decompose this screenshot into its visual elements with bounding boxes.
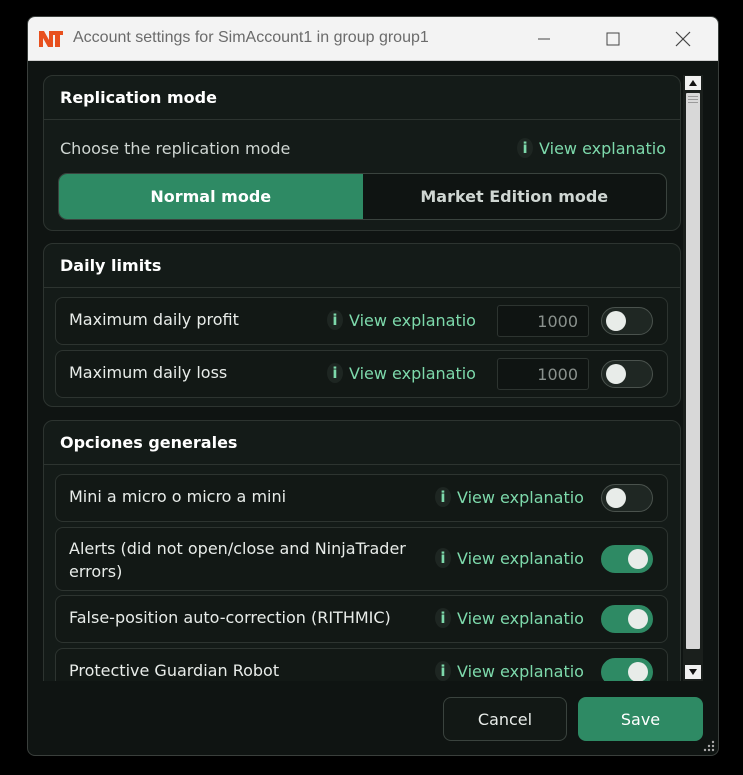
info-icon: i xyxy=(435,608,451,628)
normal-mode-option[interactable]: Normal mode xyxy=(59,174,363,219)
window-title: Account settings for SimAccount1 in grou… xyxy=(73,29,429,46)
vertical-scrollbar[interactable] xyxy=(683,75,703,681)
replication-mode-selector: Normal mode Market Edition mode xyxy=(58,173,667,220)
replication-row: Choose the replication mode i View expla… xyxy=(60,134,666,162)
grip-line xyxy=(688,102,698,103)
minimize-button[interactable] xyxy=(521,25,567,53)
daily-loss-label: Maximum daily loss xyxy=(69,363,228,382)
daily-profit-input[interactable]: 1000 xyxy=(497,305,589,337)
info-icon: i xyxy=(327,363,343,383)
false-position-explain-link[interactable]: i View explanatio xyxy=(435,608,589,628)
alerts-label: Alerts (did not open/close and NinjaTrad… xyxy=(69,539,406,581)
info-icon: i xyxy=(327,310,343,330)
info-icon: i xyxy=(435,487,451,507)
maximize-icon xyxy=(606,32,620,46)
replication-label: Choose the replication mode xyxy=(60,138,291,158)
daily-profit-explain-link[interactable]: i View explanatio xyxy=(327,310,481,330)
general-options-card: Opciones generales Mini a micro o micro … xyxy=(43,420,681,681)
nt-logo-icon xyxy=(39,31,63,47)
close-button[interactable] xyxy=(660,25,706,53)
daily-loss-row: Maximum daily loss i View explanatio 100… xyxy=(55,350,668,398)
alerts-toggle[interactable] xyxy=(601,545,653,573)
toggle-knob xyxy=(606,488,626,508)
close-icon xyxy=(675,31,691,47)
scrollbar-thumb[interactable] xyxy=(686,93,700,649)
info-icon: i xyxy=(517,138,534,158)
grip-line xyxy=(688,99,698,100)
title-bar[interactable]: Account settings for SimAccount1 in grou… xyxy=(28,17,718,61)
alerts-row: Alerts (did not open/close and NinjaTrad… xyxy=(55,527,668,591)
guardian-robot-toggle[interactable] xyxy=(601,658,653,681)
mini-micro-row: Mini a micro o micro a mini i View expla… xyxy=(55,474,668,522)
false-position-label: False-position auto-correction (RITHMIC) xyxy=(69,608,391,627)
triangle-down-icon xyxy=(689,669,697,675)
general-options-header: Opciones generales xyxy=(44,421,680,465)
guardian-robot-row: Protective Guardian Robot i View explana… xyxy=(55,648,668,681)
settings-window: Account settings for SimAccount1 in grou… xyxy=(27,16,719,756)
alerts-explain-link[interactable]: i View explanatio xyxy=(435,548,589,568)
toggle-knob xyxy=(628,662,648,681)
info-icon: i xyxy=(435,548,451,568)
minimize-icon xyxy=(538,38,550,40)
toggle-knob xyxy=(628,549,648,569)
toggle-knob xyxy=(628,609,648,629)
daily-profit-label: Maximum daily profit xyxy=(69,310,239,329)
cancel-button[interactable]: Cancel xyxy=(443,697,567,741)
scroll-down-button[interactable] xyxy=(685,665,701,679)
replication-mode-card: Replication mode Choose the replication … xyxy=(43,75,681,231)
guardian-robot-explain-link[interactable]: i View explanatio xyxy=(435,661,589,681)
scroll-up-button[interactable] xyxy=(685,76,701,90)
settings-scroll-area[interactable]: Replication mode Choose the replication … xyxy=(42,75,682,681)
guardian-robot-label: Protective Guardian Robot xyxy=(69,661,280,680)
mini-micro-label: Mini a micro o micro a mini xyxy=(69,487,287,506)
replication-mode-header: Replication mode xyxy=(44,76,680,120)
toggle-knob xyxy=(606,311,626,331)
daily-limits-card: Daily limits Maximum daily profit i View… xyxy=(43,243,681,407)
daily-profit-row: Maximum daily profit i View explanatio 1… xyxy=(55,297,668,345)
mini-micro-toggle[interactable] xyxy=(601,484,653,512)
info-icon: i xyxy=(435,661,451,681)
market-edition-mode-option[interactable]: Market Edition mode xyxy=(363,174,667,219)
daily-profit-toggle[interactable] xyxy=(601,307,653,335)
grip-line xyxy=(688,96,698,97)
mini-micro-explain-link[interactable]: i View explanatio xyxy=(435,487,589,507)
maximize-button[interactable] xyxy=(590,25,636,53)
daily-loss-toggle[interactable] xyxy=(601,360,653,388)
daily-loss-input[interactable]: 1000 xyxy=(497,358,589,390)
replication-explain-link[interactable]: i View explanatio xyxy=(517,138,666,158)
false-position-row: False-position auto-correction (RITHMIC)… xyxy=(55,595,668,643)
toggle-knob xyxy=(606,364,626,384)
resize-grip-icon[interactable] xyxy=(701,738,715,752)
triangle-up-icon xyxy=(689,80,697,86)
false-position-toggle[interactable] xyxy=(601,605,653,633)
daily-limits-header: Daily limits xyxy=(44,244,680,288)
daily-loss-explain-link[interactable]: i View explanatio xyxy=(327,363,481,383)
save-button[interactable]: Save xyxy=(578,697,703,741)
